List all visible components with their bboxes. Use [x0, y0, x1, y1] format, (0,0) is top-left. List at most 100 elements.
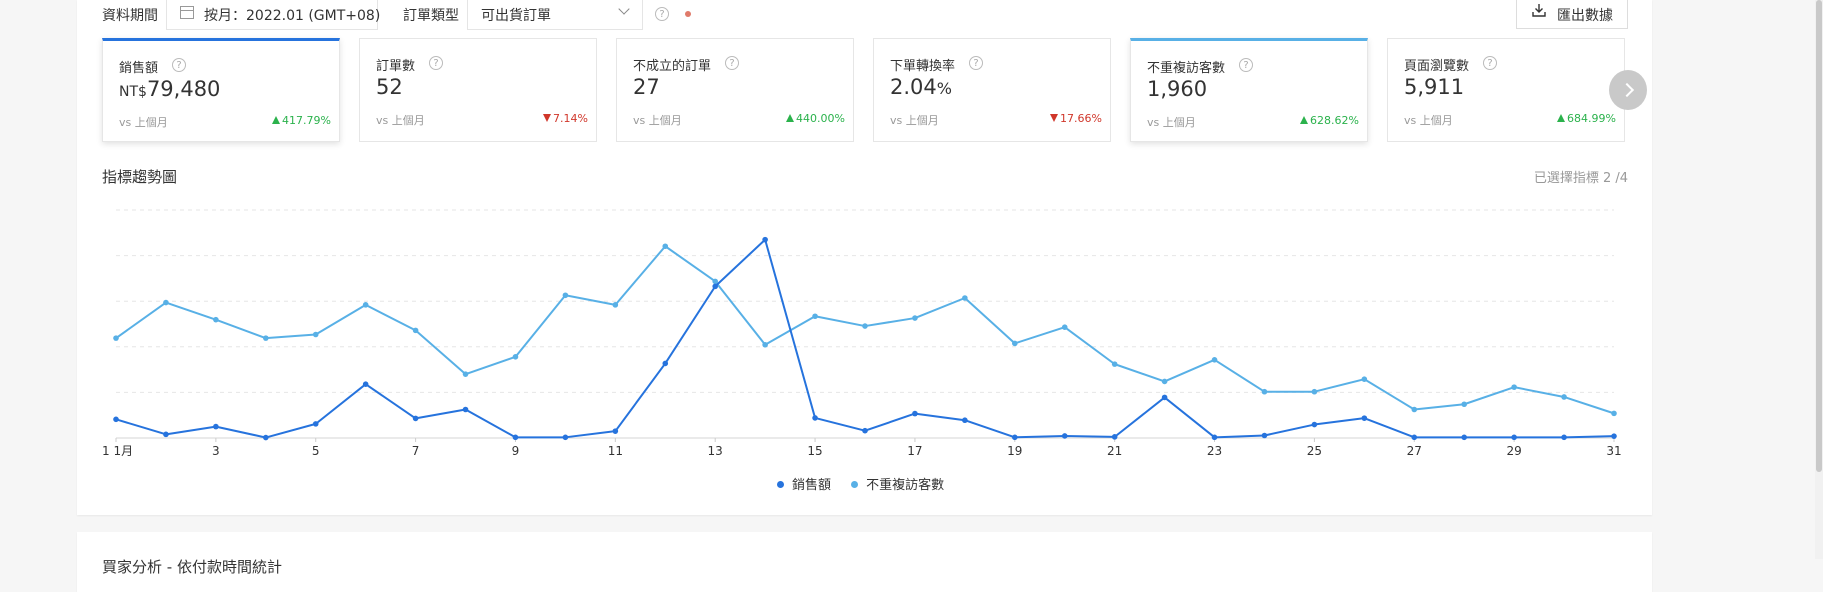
data-point [113, 335, 119, 341]
data-point [562, 292, 569, 299]
metric-compare: vs 上個月 [890, 114, 939, 127]
date-picker[interactable]: 按月：2022.01 (GMT+08) [166, 0, 381, 30]
export-button[interactable]: 匯出數據 [1516, 0, 1628, 29]
data-point [1561, 434, 1567, 441]
metric-card-failed-orders[interactable]: 不成立的訂單 ? 27 vs 上個月 440.00% [616, 38, 854, 142]
metric-label: 頁面瀏覽數 [1404, 59, 1470, 74]
data-point [1261, 388, 1268, 395]
data-point [962, 417, 968, 424]
data-point [1611, 410, 1617, 417]
data-point [1211, 434, 1218, 441]
metric-change: 17.66% [1050, 112, 1102, 125]
legend-dot [777, 481, 784, 488]
data-point [1511, 434, 1517, 441]
data-point [762, 341, 768, 348]
data-point [662, 360, 669, 367]
metric-card-conversion-rate[interactable]: 下單轉換率 ? 2.04% vs 上個月 17.66% [873, 38, 1111, 142]
metric-label: 不成立的訂單 [633, 59, 712, 74]
x-tick-label: 23 [1207, 444, 1222, 458]
data-point [213, 423, 219, 430]
data-point [862, 323, 868, 329]
x-tick-label: 31 [1606, 444, 1621, 458]
x-tick-label: 27 [1407, 444, 1422, 458]
chart-title: 指標趨勢圖 [102, 168, 178, 186]
data-point [113, 416, 119, 423]
metric-compare: vs 上個月 [376, 114, 425, 127]
percent-suffix: % [936, 79, 952, 98]
x-tick-label: 9 [512, 444, 520, 458]
x-tick-label: 19 [1007, 444, 1022, 458]
trend-chart: 1 1月 3 5 7 9 11 13 15 17 19 21 23 25 27 29 31 [102, 209, 1622, 458]
page-scrollbar[interactable] [1815, 0, 1823, 559]
filter-bar: 資料期間 按月：2022.01 (GMT+08) 訂單類型 可出貨訂單 ? 匯出… [77, 0, 1652, 30]
data-point [912, 315, 918, 321]
help-icon[interactable]: ? [725, 56, 739, 70]
order-type-value: 可出貨訂單 [481, 8, 551, 24]
arrow-up-icon [786, 114, 795, 122]
data-point [462, 371, 469, 377]
carousel-next-button[interactable] [1609, 70, 1647, 110]
metric-change: 440.00% [786, 112, 845, 125]
metric-value: 1,960 [1147, 77, 1208, 101]
metric-card-unique-visitors[interactable]: 不重複訪客數 ? 1,960 vs 上個月 628.62% [1130, 38, 1368, 142]
data-point [562, 434, 569, 441]
calendar-icon [180, 6, 194, 19]
data-point [512, 434, 519, 441]
help-icon[interactable]: ? [969, 56, 983, 70]
data-point [1461, 401, 1467, 408]
notification-dot [685, 11, 691, 17]
metric-value: 52 [376, 75, 403, 99]
data-point [1311, 388, 1318, 395]
date-value: 按月：2022.01 (GMT+08) [204, 8, 381, 24]
data-point [1261, 432, 1268, 439]
chevron-down-icon [618, 3, 630, 15]
x-tick-label: 3 [212, 444, 220, 458]
data-point [163, 431, 169, 438]
data-point [862, 427, 868, 434]
help-icon[interactable]: ? [429, 56, 443, 70]
data-point [512, 354, 519, 360]
data-point [1511, 384, 1517, 390]
order-type-select[interactable]: 可出貨訂單 [467, 0, 643, 30]
series-line [115, 238, 1615, 439]
dashboard-card: 資料期間 按月：2022.01 (GMT+08) 訂單類型 可出貨訂單 ? 匯出… [77, 0, 1652, 515]
data-point [1061, 324, 1068, 330]
x-tick-label: 21 [1107, 444, 1122, 458]
metric-compare: vs 上個月 [1404, 114, 1453, 127]
x-tick-label: 7 [412, 444, 420, 458]
data-point [263, 335, 269, 341]
metric-label: 下單轉換率 [890, 59, 956, 74]
legend-item-sales[interactable]: 銷售額 [777, 474, 831, 493]
help-icon[interactable]: ? [655, 7, 669, 21]
data-point [312, 331, 319, 338]
data-point [1611, 433, 1617, 439]
data-point [1361, 376, 1368, 382]
selected-metrics-count[interactable]: 已選擇指標 2 /4 [1534, 167, 1628, 186]
data-point [1211, 356, 1218, 363]
metric-value: 2.04% [890, 75, 952, 99]
legend-item-unique-visitors[interactable]: 不重複訪客數 [851, 474, 944, 493]
export-label: 匯出數據 [1557, 8, 1613, 24]
data-point [1111, 434, 1118, 440]
help-icon[interactable]: ? [1239, 58, 1253, 72]
data-point [1461, 434, 1467, 441]
data-point [1361, 415, 1368, 421]
metric-card-orders[interactable]: 訂單數 ? 52 vs 上個月 7.14% [359, 38, 597, 142]
metric-change: 7.14% [543, 112, 588, 125]
data-point [213, 316, 219, 323]
data-point [312, 421, 319, 427]
data-point [612, 302, 619, 308]
metric-card-sales[interactable]: 銷售額 ? NT$79,480 vs 上個月 417.79% [102, 38, 340, 142]
data-point [1561, 394, 1567, 400]
data-point [1411, 434, 1418, 441]
data-point [812, 313, 818, 320]
x-tick-label: 17 [907, 444, 922, 458]
metric-card-page-views[interactable]: 頁面瀏覽數 ? 5,911 vs 上個月 684.99% [1387, 38, 1625, 142]
data-point [1012, 340, 1018, 347]
help-icon[interactable]: ? [172, 58, 186, 72]
series-line [115, 245, 1615, 415]
data-point [1311, 421, 1318, 428]
metric-value: 27 [633, 75, 660, 99]
page-scrollbar-thumb[interactable] [1816, 0, 1822, 472]
help-icon[interactable]: ? [1483, 56, 1497, 70]
